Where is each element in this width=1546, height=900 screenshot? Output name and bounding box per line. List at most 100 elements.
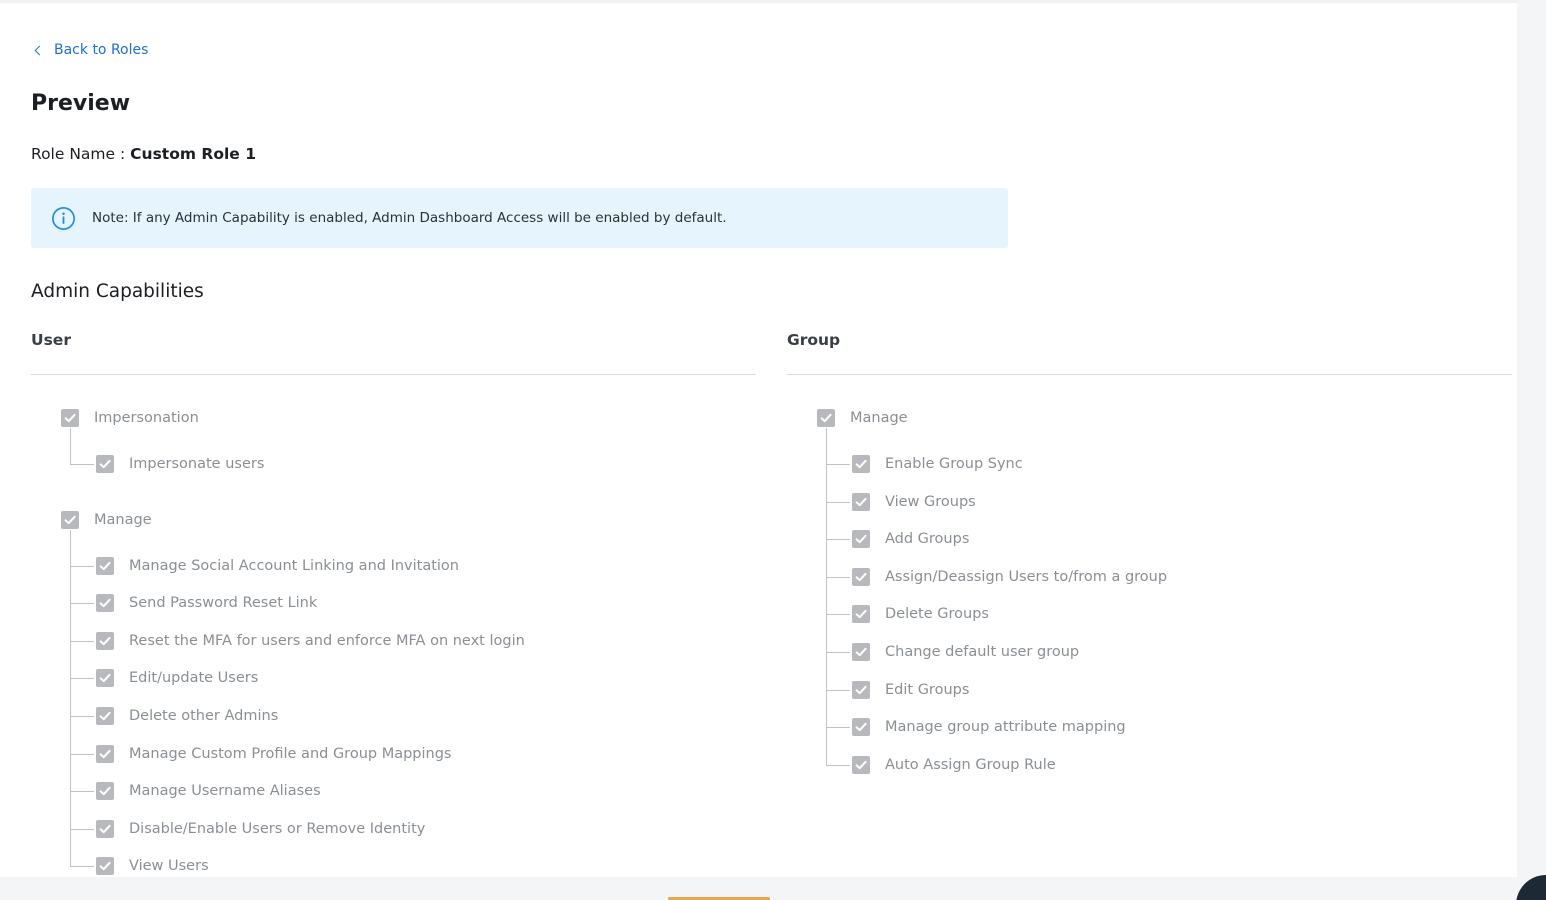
checkmark-icon bbox=[855, 572, 867, 581]
user-capability-label: Impersonate users bbox=[129, 456, 265, 472]
chevron-left-icon bbox=[34, 45, 45, 56]
checkmark-icon bbox=[855, 497, 867, 506]
admin-capabilities-title: Admin Capabilities bbox=[31, 281, 204, 302]
checkmark-icon bbox=[99, 459, 111, 469]
user-tree-branch bbox=[70, 791, 94, 793]
user-capability-checkbox[interactable] bbox=[96, 857, 114, 876]
group-tree-branch bbox=[826, 652, 850, 653]
note-text: Note: If any Admin Capability is enabled… bbox=[92, 210, 727, 226]
user-tree-branch bbox=[70, 753, 94, 755]
group-capability-label: Delete Groups bbox=[885, 606, 989, 623]
footer-area bbox=[0, 877, 1546, 900]
group-tree-branch bbox=[826, 576, 850, 578]
group-tree-branch bbox=[826, 539, 850, 541]
checkmark-icon bbox=[99, 862, 111, 871]
checkmark-icon bbox=[99, 598, 111, 608]
checkmark-icon bbox=[99, 561, 111, 570]
user-capability-checkbox[interactable] bbox=[96, 631, 114, 650]
checkmark-icon bbox=[855, 459, 867, 469]
user-capability-checkbox[interactable] bbox=[96, 556, 114, 575]
checkmark-icon bbox=[820, 413, 832, 423]
user-capability-label: Edit/update Users bbox=[129, 670, 259, 687]
group-tree-branch bbox=[826, 689, 850, 691]
group-capability-checkbox[interactable] bbox=[852, 755, 870, 774]
checkmark-icon bbox=[855, 722, 867, 732]
group-capability-checkbox[interactable] bbox=[852, 605, 870, 624]
user-capability-checkbox[interactable] bbox=[96, 782, 114, 801]
user-tree-branch bbox=[70, 603, 94, 605]
checkmark-icon bbox=[99, 636, 111, 645]
user-capability-label: Manage Social Account Linking and Invita… bbox=[129, 557, 459, 574]
user-capability-checkbox[interactable] bbox=[96, 594, 114, 613]
group-capability-label: Add Groups bbox=[885, 531, 970, 548]
group-column-divider bbox=[787, 374, 1512, 375]
page-title: Preview bbox=[31, 91, 131, 116]
role-name-value: Custom Role 1 bbox=[130, 145, 256, 163]
user-tree-branch bbox=[70, 464, 94, 465]
user-tree-branch bbox=[70, 565, 94, 567]
user-capability-checkbox[interactable] bbox=[96, 669, 114, 688]
group-tree-trunk bbox=[826, 428, 827, 766]
user-group-checkbox-1[interactable] bbox=[61, 510, 79, 529]
group-tree-branch bbox=[826, 764, 850, 766]
user-capability-label: Disable/Enable Users or Remove Identity bbox=[129, 820, 426, 837]
group-capability-checkbox[interactable] bbox=[852, 530, 870, 549]
checkmark-icon bbox=[855, 534, 867, 544]
user-capability-label: Manage Custom Profile and Group Mappings bbox=[129, 745, 452, 762]
group-capability-label: Enable Group Sync bbox=[885, 456, 1023, 472]
checkmark-icon bbox=[855, 647, 867, 657]
user-group-checkbox-0[interactable] bbox=[61, 409, 79, 427]
user-capability-checkbox[interactable] bbox=[96, 819, 114, 838]
user-group-label-1: Manage bbox=[94, 511, 152, 528]
user-capability-checkbox[interactable] bbox=[96, 707, 114, 725]
group-capability-label: Edit Groups bbox=[885, 681, 970, 698]
group-capability-label: View Groups bbox=[885, 493, 976, 510]
back-link-label: Back to Roles bbox=[54, 42, 149, 58]
checkmark-icon bbox=[855, 685, 867, 694]
user-capability-label: Send Password Reset Link bbox=[129, 595, 318, 612]
back-to-roles-link[interactable]: Back to Roles bbox=[34, 42, 149, 58]
group-capability-checkbox[interactable] bbox=[852, 718, 870, 737]
user-group-label-0: Impersonation bbox=[94, 410, 199, 426]
user-capability-label: View Users bbox=[129, 858, 209, 875]
group-tree-branch bbox=[826, 614, 850, 616]
user-column-header: User bbox=[31, 331, 71, 349]
checkmark-icon bbox=[99, 786, 111, 796]
role-name-line: Role Name : Custom Role 1 bbox=[31, 145, 256, 163]
checkmark-icon bbox=[99, 674, 111, 683]
group-capability-label: Change default user group bbox=[885, 644, 1080, 660]
checkmark-icon bbox=[99, 711, 111, 721]
checkmark-icon bbox=[855, 610, 867, 619]
group-capability-checkbox[interactable] bbox=[852, 455, 870, 473]
checkmark-icon bbox=[64, 515, 76, 524]
user-tree-branch bbox=[70, 866, 94, 868]
user-tree-branch bbox=[70, 828, 94, 830]
group-tree-branch bbox=[826, 464, 850, 465]
user-capability-label: Delete other Admins bbox=[129, 708, 279, 724]
checkmark-icon bbox=[64, 413, 76, 423]
group-capability-checkbox[interactable] bbox=[852, 567, 870, 586]
user-capability-checkbox[interactable] bbox=[96, 455, 114, 473]
group-group-checkbox-0[interactable] bbox=[817, 409, 835, 427]
group-capability-checkbox[interactable] bbox=[852, 492, 870, 511]
checkmark-icon bbox=[99, 749, 111, 758]
checkmark-icon bbox=[855, 760, 867, 769]
role-name-label: Role Name : bbox=[31, 145, 126, 163]
user-tree-branch bbox=[70, 716, 94, 717]
user-capability-label: Manage Username Aliases bbox=[129, 783, 321, 800]
user-tree-trunk bbox=[70, 428, 71, 465]
user-tree-branch bbox=[70, 678, 94, 680]
user-column-divider bbox=[31, 374, 756, 375]
role-preview-page: Back to Roles Preview Role Name : Custom… bbox=[0, 0, 1517, 877]
group-tree-branch bbox=[826, 501, 850, 503]
info-note: Note: If any Admin Capability is enabled… bbox=[31, 188, 1008, 248]
user-capability-label: Reset the MFA for users and enforce MFA … bbox=[129, 632, 525, 649]
group-capability-checkbox[interactable] bbox=[852, 680, 870, 699]
group-capability-checkbox[interactable] bbox=[852, 643, 870, 661]
group-capability-label: Manage group attribute mapping bbox=[885, 719, 1126, 736]
user-capability-checkbox[interactable] bbox=[96, 744, 114, 763]
info-icon bbox=[52, 206, 75, 230]
page-scroll-gutter bbox=[1517, 0, 1546, 900]
group-capability-label: Auto Assign Group Rule bbox=[885, 756, 1056, 773]
group-column-header: Group bbox=[787, 331, 841, 349]
